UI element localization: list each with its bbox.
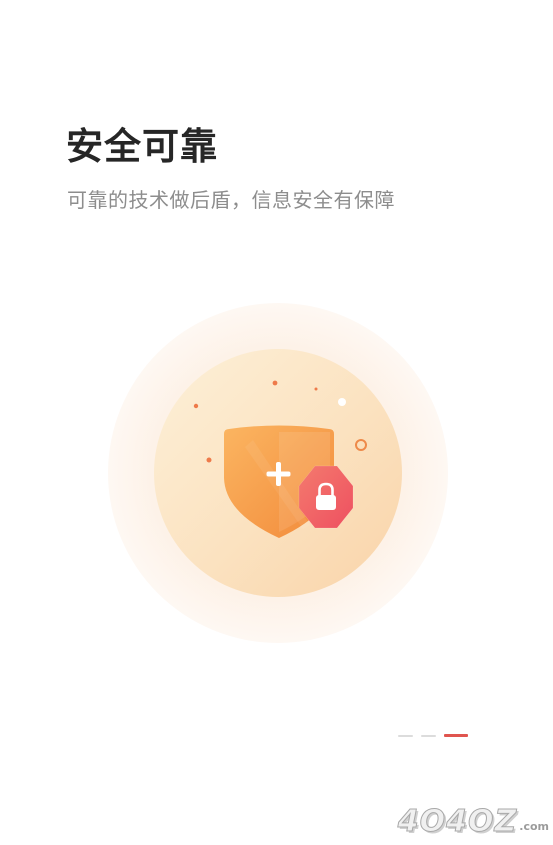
page-dot-2[interactable] xyxy=(421,734,436,737)
page-dot-3-active[interactable] xyxy=(444,734,468,737)
watermark-brand: 4O4OZ xyxy=(397,804,518,840)
watermark-logo: 4O4OZ .com xyxy=(397,804,549,840)
decor-dot xyxy=(193,403,199,409)
decor-dot xyxy=(272,380,278,386)
decor-dot xyxy=(314,387,318,391)
security-illustration xyxy=(108,303,448,643)
decor-dot xyxy=(338,398,346,406)
onboarding-screen[interactable]: 安全可靠 可靠的技术做后盾，信息安全有保障 4O4OZ .com xyxy=(0,0,553,845)
page-title: 安全可靠 xyxy=(66,125,218,168)
page-indicator[interactable] xyxy=(398,734,468,737)
decor-dot xyxy=(206,457,212,463)
watermark-suffix: .com xyxy=(519,820,549,833)
page-dot-1[interactable] xyxy=(398,734,413,737)
page-subtitle: 可靠的技术做后盾，信息安全有保障 xyxy=(67,188,395,212)
